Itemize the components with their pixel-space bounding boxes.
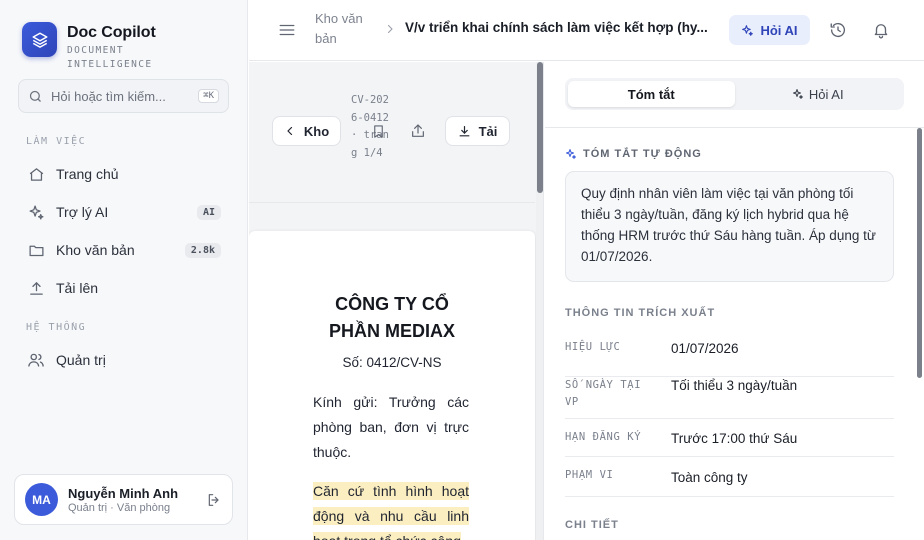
panel-tabs: Tóm tắt Hỏi AI	[565, 78, 904, 110]
sidebar-item-label: Quản trị	[56, 352, 106, 368]
sidebar-item-upload[interactable]: Tải lên	[18, 271, 229, 305]
home-icon	[26, 164, 46, 184]
user-role: Quản trị · Văn phòng	[68, 501, 171, 514]
sparkle-icon	[792, 88, 809, 100]
document-company: CÔNG TY CỔ PHẦN MEDIAX	[328, 294, 455, 341]
sparkle-icon	[26, 202, 46, 222]
ai-badge: AI	[196, 204, 221, 220]
sparkle-icon	[565, 148, 583, 160]
breadcrumb-parent[interactable]: Kho văn bản	[315, 9, 381, 49]
chevron-left-icon	[284, 125, 304, 137]
search-input[interactable]: Hỏi hoặc tìm kiếm... ⌘K	[18, 79, 229, 113]
sidebar-item-label: Trợ lý AI	[56, 204, 109, 220]
brand-name: Doc Copilot	[67, 24, 156, 41]
document-page: CÔNG TY CỔ PHẦN MEDIAX Số: 0412/CV-NS Kí…	[249, 231, 535, 540]
sidebar-item-home[interactable]: Trang chủ	[18, 157, 229, 191]
info-row-scope: PHẠM VI Toàn công ty	[565, 467, 894, 497]
search-shortcut: ⌘K	[198, 89, 219, 103]
download-label: Tải	[478, 123, 498, 139]
sidebar-item-ai-assistant[interactable]: Trợ lý AI AI	[18, 195, 229, 229]
info-row-effective: HIỆU LỰC 01/07/2026	[565, 339, 894, 377]
sidebar-item-admin[interactable]: Quản trị	[18, 343, 229, 377]
summary-text: Quy định nhân viên làm việc tại văn phòn…	[565, 171, 894, 282]
users-icon	[26, 350, 46, 370]
upload-icon	[26, 278, 46, 298]
sidebar: Doc Copilot DOCUMENT INTELLIGENCE Hỏi ho…	[0, 0, 248, 540]
panel-divider	[545, 127, 924, 128]
info-key: SỐ NGÀY TẠI VP	[565, 379, 642, 408]
top-header: Kho văn bản V/v triển khai chính sách là…	[249, 0, 924, 61]
sidebar-item-label: Trang chủ	[56, 166, 119, 182]
document-number: Số: 0412/CV-NS	[342, 355, 442, 370]
info-key: HIỆU LỰC	[565, 341, 621, 353]
document-scrollbar-thumb[interactable]	[537, 62, 543, 193]
layers-logo-icon	[22, 22, 57, 57]
ask-ai-label: Hỏi AI	[760, 22, 798, 38]
back-label: Kho	[303, 123, 330, 139]
share-icon[interactable]	[409, 122, 427, 140]
tab-ask-ai[interactable]: Hỏi AI	[735, 81, 902, 107]
user-name: Nguyễn Minh Anh	[68, 485, 179, 501]
logout-icon[interactable]	[206, 492, 222, 508]
menu-icon[interactable]	[275, 18, 299, 42]
brand[interactable]: Doc Copilot DOCUMENT INTELLIGENCE	[22, 22, 163, 72]
info-value: 01/07/2026	[671, 341, 739, 356]
auto-summary-heading: TÓM TẮT TỰ ĐỘNG	[565, 148, 702, 160]
document-recipient: Kính gửi: Trưởng các phòng ban, đơn vị t…	[313, 394, 469, 460]
extracted-info-heading: THÔNG TIN TRÍCH XUẤT	[565, 307, 716, 319]
sidebar-item-label: Tải lên	[56, 280, 99, 296]
count-badge: 2.8k	[184, 242, 221, 258]
search-icon	[28, 89, 43, 104]
info-key: PHẠM VI	[565, 469, 614, 481]
info-value: Tối thiểu 3 ngày/tuần	[671, 378, 798, 393]
document-scrollbar[interactable]	[536, 62, 543, 540]
search-placeholder: Hỏi hoặc tìm kiếm...	[51, 88, 166, 104]
highlighted-passage[interactable]: Căn cứ tình hình hoạt động và nhu cầu li…	[313, 482, 469, 540]
breadcrumb-current: V/v triển khai chính sách làm việc kết h…	[405, 20, 708, 35]
chevron-right-icon	[384, 23, 396, 35]
brand-subtitle: DOCUMENT INTELLIGENCE	[67, 45, 153, 70]
info-value: Trước 17:00 thứ Sáu	[671, 431, 798, 446]
tab-summary[interactable]: Tóm tắt	[568, 81, 735, 107]
document-body: Căn cứ tình hình hoạt động và nhu cầu li…	[313, 479, 469, 540]
back-button[interactable]: Kho	[272, 116, 341, 146]
ask-ai-button[interactable]: Hỏi AI	[729, 15, 810, 45]
insight-panel: Tóm tắt Hỏi AI TÓM TẮT TỰ ĐỘNG Quy định …	[545, 62, 924, 540]
info-value: Toàn công ty	[671, 470, 748, 485]
user-card[interactable]: MA Nguyễn Minh Anh Quản trị · Văn phòng	[14, 474, 233, 525]
tab-summary-label: Tóm tắt	[627, 86, 675, 102]
download-icon	[458, 125, 479, 138]
document-toolbar: Kho CV-2026-0412 · trang 1/4 Tải	[249, 62, 535, 203]
sidebar-item-label: Kho văn bản	[56, 242, 135, 258]
document-viewer[interactable]: Kho CV-2026-0412 · trang 1/4 Tải CÔNG TY…	[249, 62, 544, 540]
panel-scrollbar[interactable]	[917, 128, 924, 540]
section-label-system: HỆ THỐNG	[26, 322, 87, 333]
info-row-deadline: HẠN ĐĂNG KÝ Trước 17:00 thứ Sáu	[565, 429, 894, 457]
folder-icon	[26, 240, 46, 260]
sidebar-item-documents[interactable]: Kho văn bản 2.8k	[18, 233, 229, 267]
avatar: MA	[25, 483, 58, 516]
info-key: HẠN ĐĂNG KÝ	[565, 431, 642, 443]
sparkle-icon	[741, 24, 760, 37]
auto-summary-title: TÓM TẮT TỰ ĐỘNG	[583, 148, 702, 160]
section-label-work: LÀM VIỆC	[26, 136, 87, 147]
bell-icon[interactable]	[869, 18, 893, 42]
details-heading: CHI TIẾT	[565, 519, 619, 531]
bookmark-icon[interactable]	[369, 122, 387, 140]
tab-ask-ai-label: Hỏi AI	[808, 86, 844, 102]
info-row-office-days: SỐ NGÀY TẠI VP Tối thiểu 3 ngày/tuần	[565, 377, 894, 419]
download-button[interactable]: Tải	[445, 116, 510, 146]
history-icon[interactable]	[826, 18, 850, 42]
panel-scrollbar-thumb[interactable]	[917, 128, 922, 378]
